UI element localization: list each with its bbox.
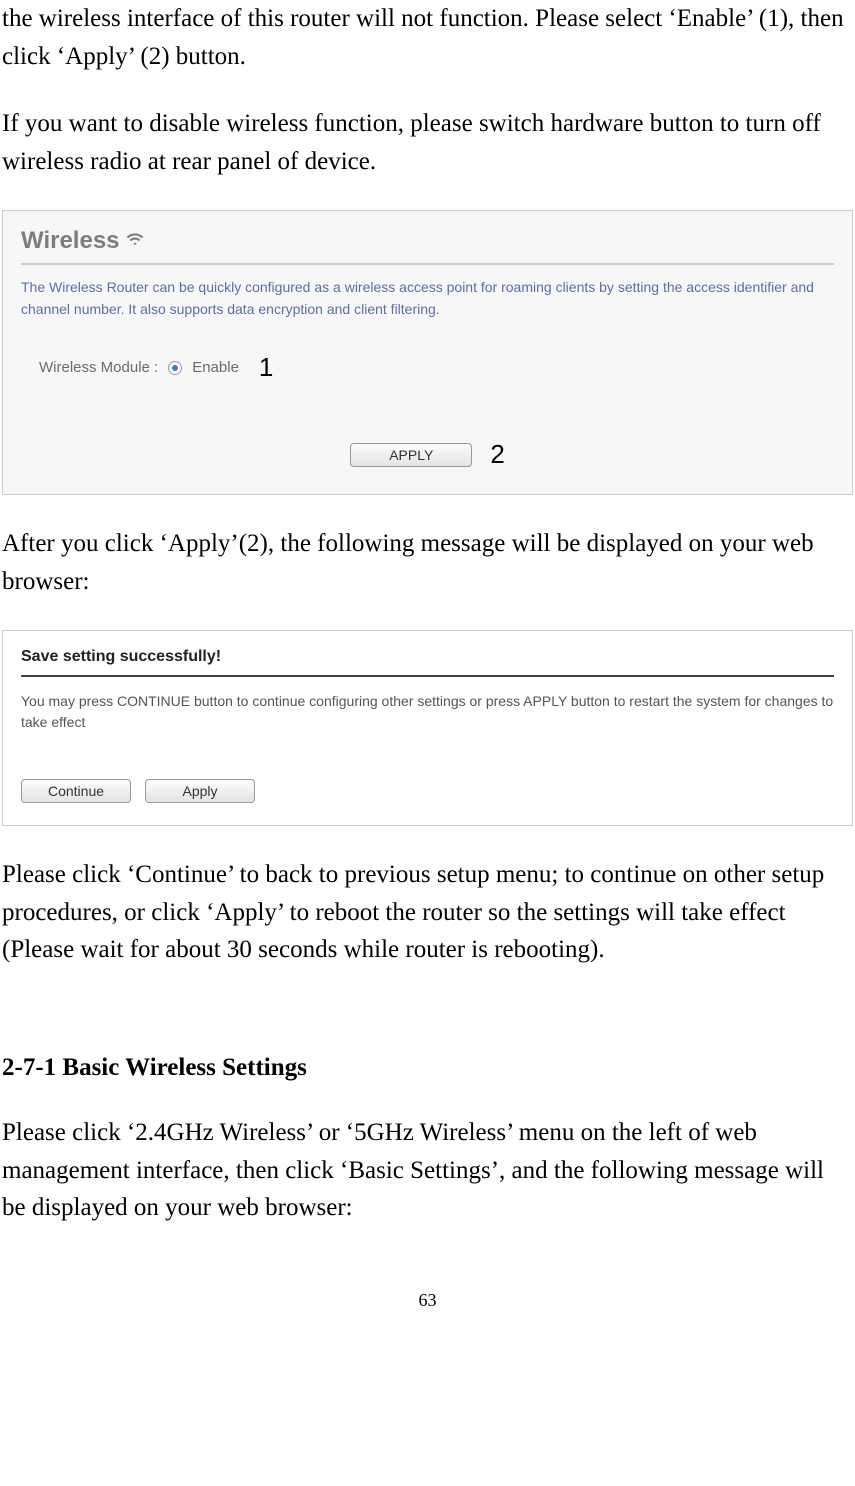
- enable-radio[interactable]: [168, 361, 182, 375]
- page-number: 63: [2, 1287, 853, 1314]
- apply-button[interactable]: Apply: [145, 779, 255, 803]
- apply-button[interactable]: APPLY: [350, 443, 472, 467]
- save-success-panel: Save setting successfully! You may press…: [2, 630, 853, 826]
- annotation-2: 2: [490, 435, 504, 474]
- body-paragraph: Please click ‘2.4GHz Wireless’ or ‘5GHz …: [2, 1114, 853, 1227]
- wireless-settings-panel: Wireless The Wireless Router can be quic…: [2, 210, 853, 495]
- wireless-module-row: Wireless Module : Enable 1: [21, 348, 834, 387]
- panel-title: Wireless: [21, 223, 120, 259]
- save-title: Save setting successfully!: [21, 645, 834, 677]
- continue-button[interactable]: Continue: [21, 779, 131, 803]
- body-paragraph: the wireless interface of this router wi…: [2, 0, 853, 75]
- wireless-module-label: Wireless Module :: [39, 357, 158, 380]
- panel-description: The Wireless Router can be quickly confi…: [21, 277, 834, 320]
- annotation-1: 1: [259, 348, 273, 387]
- save-description: You may press CONTINUE button to continu…: [21, 691, 834, 733]
- section-heading: 2-7-1 Basic Wireless Settings: [2, 1049, 853, 1087]
- enable-label: Enable: [192, 357, 239, 380]
- panel-title-row: Wireless: [21, 223, 834, 265]
- body-paragraph: After you click ‘Apply’(2), the followin…: [2, 525, 853, 600]
- body-paragraph: If you want to disable wireless function…: [2, 105, 853, 180]
- body-paragraph: Please click ‘Continue’ to back to previ…: [2, 856, 853, 969]
- wireless-signal-icon: [126, 223, 144, 259]
